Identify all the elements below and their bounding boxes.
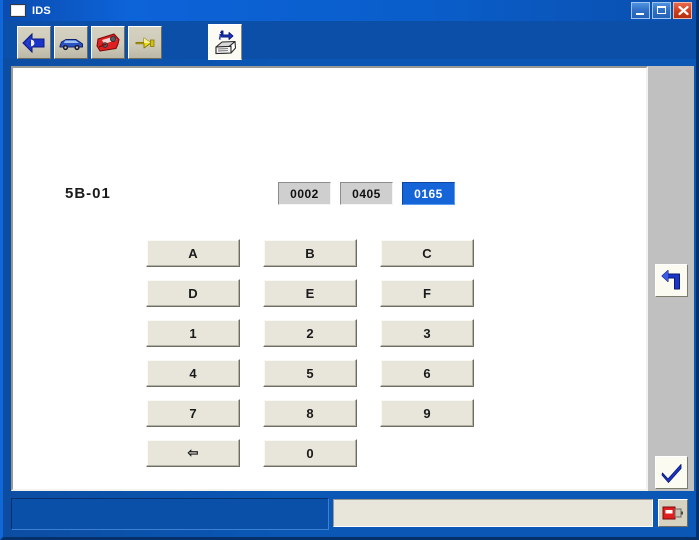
key-7[interactable]: 7 — [146, 399, 240, 427]
back-arrow-button[interactable] — [655, 264, 688, 297]
tab-back[interactable] — [17, 26, 51, 59]
key-f[interactable]: F — [380, 279, 474, 307]
blue-left-arrow-icon — [22, 32, 45, 53]
tab-information[interactable]: i — [208, 24, 242, 60]
tab-tools[interactable] — [91, 26, 125, 59]
confirm-check-button[interactable] — [655, 456, 688, 489]
status-bar-left-panel — [11, 498, 329, 530]
key-1[interactable]: 1 — [146, 319, 240, 347]
value-box-3[interactable]: 0165 — [402, 182, 455, 205]
value-box-group: 0002 0405 0165 — [278, 182, 455, 205]
info-book-icon: i — [215, 29, 237, 55]
toolbar-tab-strip: i — [3, 21, 696, 60]
tab-connector[interactable] — [128, 26, 162, 59]
key-c[interactable]: C — [380, 239, 474, 267]
main-content-panel: 5B-01 0002 0405 0165 A B C D E F 1 2 3 4… — [11, 66, 648, 491]
key-backspace[interactable]: ⇦ — [146, 439, 240, 467]
tab-vehicle[interactable] — [54, 26, 88, 59]
right-action-rail — [648, 66, 694, 491]
key-5[interactable]: 5 — [263, 359, 357, 387]
yellow-plug-icon — [135, 37, 155, 48]
key-e[interactable]: E — [263, 279, 357, 307]
blue-checkmark-icon — [661, 463, 681, 483]
key-9[interactable]: 9 — [380, 399, 474, 427]
key-8[interactable]: 8 — [263, 399, 357, 427]
hex-keypad: A B C D E F 1 2 3 4 5 6 7 8 9 ⇦ 0 — [146, 239, 474, 467]
blue-undo-arrow-icon — [661, 269, 680, 289]
key-2[interactable]: 2 — [263, 319, 357, 347]
red-vci-connector-icon — [662, 506, 683, 520]
application-window: IDS i 5B-01 0002 0405 0165 A B C D E F 1… — [0, 0, 699, 540]
key-d[interactable]: D — [146, 279, 240, 307]
value-box-1[interactable]: 0002 — [278, 182, 331, 205]
status-bar — [3, 496, 696, 537]
key-b[interactable]: B — [263, 239, 357, 267]
window-icon — [10, 4, 26, 17]
close-icon — [678, 5, 689, 16]
blue-car-icon — [59, 38, 83, 50]
key-4[interactable]: 4 — [146, 359, 240, 387]
title-bar: IDS — [3, 0, 696, 21]
red-toolbox-icon — [96, 33, 120, 51]
key-3[interactable]: 3 — [380, 319, 474, 347]
status-message-field — [333, 499, 653, 527]
maximize-button[interactable] — [652, 2, 671, 19]
key-6[interactable]: 6 — [380, 359, 474, 387]
window-title: IDS — [32, 4, 51, 17]
key-a[interactable]: A — [146, 239, 240, 267]
key-0[interactable]: 0 — [263, 439, 357, 467]
close-button[interactable] — [673, 2, 692, 19]
minimize-button[interactable] — [631, 2, 650, 19]
code-label: 5B-01 — [65, 185, 111, 202]
window-controls — [631, 2, 692, 19]
vci-status-button[interactable] — [658, 499, 688, 527]
value-box-2[interactable]: 0405 — [340, 182, 393, 205]
